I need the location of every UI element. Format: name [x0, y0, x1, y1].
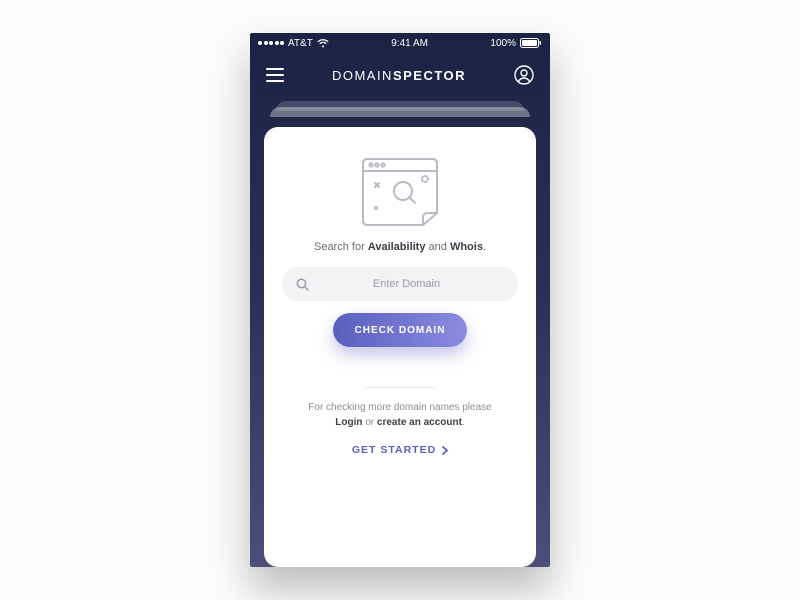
carrier-label: AT&T: [288, 38, 313, 49]
hint-pre: For checking more domain names please: [308, 402, 491, 413]
profile-button[interactable]: [514, 65, 534, 85]
tagline-whois: Whois: [450, 241, 483, 253]
get-started-label: GET STARTED: [352, 444, 436, 456]
wifi-icon: [317, 39, 329, 48]
title-part-b: SPECTOR: [393, 68, 466, 83]
battery-icon: [520, 38, 542, 48]
phone-frame: AT&T 9:41 AM 100% DOMAINSPECTOR: [250, 33, 550, 567]
clock-label: 9:41 AM: [391, 38, 428, 49]
tagline-pre: Search for: [314, 241, 368, 253]
battery-label: 100%: [490, 38, 516, 49]
divider: [365, 387, 435, 388]
tagline-mid: and: [425, 241, 449, 253]
menu-button[interactable]: [266, 68, 284, 82]
signal-dots-icon: [258, 41, 284, 45]
chevron-right-icon: [442, 446, 448, 455]
status-left: AT&T: [258, 38, 329, 49]
tagline: Search for Availability and Whois.: [314, 241, 486, 253]
tagline-post: .: [483, 241, 486, 253]
hint-create: create an account: [377, 417, 462, 428]
check-domain-button[interactable]: CHECK DOMAIN: [333, 313, 468, 347]
hint-post: .: [462, 417, 465, 428]
hint-login: Login: [335, 417, 362, 428]
app-title: DOMAINSPECTOR: [332, 68, 466, 83]
hint-text: For checking more domain names please Lo…: [308, 400, 491, 430]
hamburger-icon: [266, 68, 284, 82]
hint-mid: or: [362, 417, 376, 428]
status-bar: AT&T 9:41 AM 100%: [250, 33, 550, 53]
title-part-a: DOMAIN: [332, 68, 393, 83]
search-icon: [296, 278, 309, 291]
tagline-avail: Availability: [368, 241, 426, 253]
status-right: 100%: [490, 38, 542, 49]
domain-input[interactable]: [309, 278, 504, 290]
card-stack: Search for Availability and Whois. CHECK…: [250, 97, 550, 567]
main-card: Search for Availability and Whois. CHECK…: [264, 127, 536, 567]
stack-shadow-2: [270, 107, 530, 117]
domain-search-field[interactable]: [282, 267, 518, 301]
nav-bar: DOMAINSPECTOR: [250, 53, 550, 97]
profile-icon: [514, 65, 534, 85]
document-search-icon: [345, 149, 455, 227]
get-started-link[interactable]: GET STARTED: [352, 444, 448, 456]
